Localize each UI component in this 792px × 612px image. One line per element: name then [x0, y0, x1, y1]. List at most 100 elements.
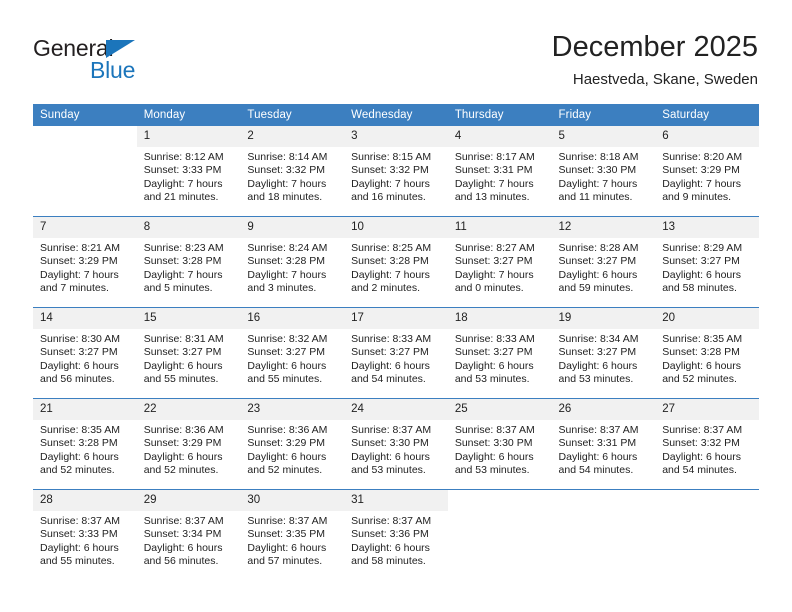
day-details: Sunrise: 8:37 AM Sunset: 3:32 PM Daylight:… [655, 420, 759, 477]
calendar-day-cell [33, 126, 137, 217]
daylight-duration-line1: Daylight: 6 hours [454, 359, 534, 372]
day-details: Sunrise: 8:35 AM Sunset: 3:28 PM Daylight:… [33, 420, 137, 477]
day-number: 1 [136, 126, 241, 147]
calendar-day-cell[interactable]: 10 Sunrise: 8:25 AM Sunset: 3:28 PM Dayligh… [344, 216, 448, 308]
sunrise-time: Sunrise: 8:18 AM [558, 151, 639, 163]
daylight-duration-line1: Daylight: 6 hours [351, 359, 430, 372]
calendar-day-cell[interactable]: 22 Sunrise: 8:36 AM Sunset: 3:29 PM Dayligh… [136, 398, 241, 490]
daylight-duration-line2: and 55 minutes. [143, 372, 219, 385]
daylight-duration-line2: and 54 minutes. [558, 463, 634, 476]
calendar-day-cell[interactable]: 15 Sunrise: 8:31 AM Sunset: 3:27 PM Dayligh… [136, 307, 241, 399]
calendar-day-cell[interactable]: 6 Sunrise: 8:20 AM Sunset: 3:29 PM Daylight… [655, 126, 759, 217]
calendar-day-cell[interactable]: 11 Sunrise: 8:27 AM Sunset: 3:27 PM Dayligh… [447, 216, 552, 308]
daylight-duration-line1: Daylight: 6 hours [247, 541, 327, 554]
daylight-duration-line2: and 2 minutes. [351, 281, 420, 294]
calendar-day-cell[interactable]: 25 Sunrise: 8:37 AM Sunset: 3:30 PM Dayligh… [447, 398, 552, 490]
calendar-day-cell[interactable]: 1 Sunrise: 8:12 AM Sunset: 3:33 PM Daylight… [136, 126, 241, 217]
day-cell-inner: 29 Sunrise: 8:37 AM Sunset: 3:34 PM Dayligh… [136, 490, 241, 580]
day-number: 4 [447, 126, 552, 147]
calendar-day-cell[interactable]: 7 Sunrise: 8:21 AM Sunset: 3:29 PM Daylight… [33, 216, 137, 308]
calendar-day-cell[interactable]: 23 Sunrise: 8:36 AM Sunset: 3:29 PM Dayligh… [240, 398, 345, 490]
sunset-time: Sunset: 3:27 PM [143, 346, 222, 359]
calendar-day-cell[interactable]: 17 Sunrise: 8:33 AM Sunset: 3:27 PM Dayligh… [344, 307, 448, 399]
calendar-day-cell[interactable]: 26 Sunrise: 8:37 AM Sunset: 3:31 PM Dayligh… [551, 398, 656, 490]
sunset-time: Sunset: 3:34 PM [143, 528, 222, 541]
calendar-day-cell[interactable]: 18 Sunrise: 8:33 AM Sunset: 3:27 PM Dayligh… [447, 307, 552, 399]
sunrise-time: Sunrise: 8:27 AM [454, 242, 535, 254]
day-number: 31 [344, 490, 448, 511]
daylight-duration-line2: and 53 minutes. [351, 463, 426, 476]
calendar-day-cell[interactable]: 19 Sunrise: 8:34 AM Sunset: 3:27 PM Dayligh… [551, 307, 656, 399]
day-number: 18 [447, 308, 552, 329]
day-details: Sunrise: 8:32 AM Sunset: 3:27 PM Daylight:… [240, 329, 344, 386]
sunrise-time: Sunrise: 8:15 AM [351, 151, 432, 163]
day-number: 7 [33, 217, 137, 238]
day-number: 2 [240, 126, 345, 147]
sunset-time: Sunset: 3:28 PM [351, 255, 429, 268]
daylight-duration-line1: Daylight: 7 hours [454, 177, 534, 190]
calendar-day-cell[interactable]: 12 Sunrise: 8:28 AM Sunset: 3:27 PM Dayligh… [551, 216, 656, 308]
day-details: Sunrise: 8:18 AM Sunset: 3:30 PM Daylight:… [552, 147, 656, 204]
calendar-day-cell[interactable]: 28 Sunrise: 8:37 AM Sunset: 3:33 PM Dayligh… [33, 489, 137, 580]
calendar-day-cell[interactable]: 20 Sunrise: 8:35 AM Sunset: 3:28 PM Dayligh… [655, 307, 759, 399]
weekday-header-sunday: Sunday [33, 104, 137, 126]
calendar-day-cell[interactable]: 5 Sunrise: 8:18 AM Sunset: 3:30 PM Daylight… [551, 126, 656, 217]
day-details: Sunrise: 8:15 AM Sunset: 3:32 PM Daylight:… [344, 147, 448, 204]
calendar-day-cell[interactable]: 21 Sunrise: 8:35 AM Sunset: 3:28 PM Dayligh… [33, 398, 137, 490]
calendar-day-cell[interactable]: 9 Sunrise: 8:24 AM Sunset: 3:28 PM Daylight… [240, 216, 345, 308]
day-cell-inner: 9 Sunrise: 8:24 AM Sunset: 3:28 PM Daylight… [240, 217, 345, 307]
day-number: 14 [33, 308, 137, 329]
day-cell-inner: 27 Sunrise: 8:37 AM Sunset: 3:32 PM Dayligh… [655, 399, 759, 489]
daylight-duration-line2: and 18 minutes. [247, 190, 323, 203]
daylight-duration-line1: Daylight: 7 hours [558, 177, 638, 190]
calendar-day-cell[interactable]: 30 Sunrise: 8:37 AM Sunset: 3:35 PM Dayligh… [240, 489, 345, 580]
day-details: Sunrise: 8:34 AM Sunset: 3:27 PM Daylight:… [552, 329, 656, 386]
day-cell-inner: 3 Sunrise: 8:15 AM Sunset: 3:32 PM Daylight… [344, 126, 448, 216]
calendar-day-cell[interactable]: 27 Sunrise: 8:37 AM Sunset: 3:32 PM Dayligh… [655, 398, 759, 490]
daylight-duration-line2: and 21 minutes. [143, 190, 219, 203]
daylight-duration-line1: Daylight: 7 hours [247, 268, 327, 281]
page-subtitle: Haestveda, Skane, Sweden [572, 71, 758, 88]
calendar-day-cell[interactable]: 13 Sunrise: 8:29 AM Sunset: 3:27 PM Dayligh… [655, 216, 759, 308]
calendar-day-cell[interactable]: 31 Sunrise: 8:37 AM Sunset: 3:36 PM Dayligh… [344, 489, 448, 580]
daylight-duration-line1: Daylight: 6 hours [662, 450, 742, 463]
calendar-day-cell[interactable]: 29 Sunrise: 8:37 AM Sunset: 3:34 PM Dayligh… [136, 489, 241, 580]
sunrise-time: Sunrise: 8:24 AM [247, 242, 328, 254]
day-details: Sunrise: 8:33 AM Sunset: 3:27 PM Daylight:… [344, 329, 448, 386]
sunrise-time: Sunrise: 8:20 AM [662, 151, 743, 163]
calendar-day-cell[interactable]: 2 Sunrise: 8:14 AM Sunset: 3:32 PM Daylight… [240, 126, 345, 217]
day-details: Sunrise: 8:37 AM Sunset: 3:34 PM Daylight:… [137, 511, 241, 568]
day-number: 17 [344, 308, 448, 329]
calendar-day-cell [447, 489, 552, 580]
day-number [447, 490, 552, 511]
daylight-duration-line1: Daylight: 6 hours [143, 450, 223, 463]
day-number: 24 [344, 399, 448, 420]
calendar-day-cell[interactable]: 14 Sunrise: 8:30 AM Sunset: 3:27 PM Dayligh… [33, 307, 137, 399]
calendar-day-cell[interactable]: 8 Sunrise: 8:23 AM Sunset: 3:28 PM Daylight… [136, 216, 241, 308]
sunset-time: Sunset: 3:31 PM [454, 164, 533, 177]
sunset-time: Sunset: 3:36 PM [351, 528, 429, 541]
sunrise-time: Sunrise: 8:30 AM [40, 333, 120, 345]
daylight-duration-line2: and 13 minutes. [454, 190, 530, 203]
calendar-day-cell[interactable]: 16 Sunrise: 8:32 AM Sunset: 3:27 PM Dayligh… [240, 307, 345, 399]
day-cell-inner: 22 Sunrise: 8:36 AM Sunset: 3:29 PM Dayligh… [136, 399, 241, 489]
day-number: 12 [551, 217, 656, 238]
sunrise-time: Sunrise: 8:36 AM [143, 424, 224, 436]
weekday-header-friday: Friday [551, 104, 656, 126]
sunset-time: Sunset: 3:30 PM [558, 164, 637, 177]
calendar-day-cell[interactable]: 3 Sunrise: 8:15 AM Sunset: 3:32 PM Daylight… [344, 126, 448, 217]
sunset-time: Sunset: 3:35 PM [247, 528, 326, 541]
sunset-time: Sunset: 3:27 PM [558, 346, 637, 359]
sunrise-time: Sunrise: 8:23 AM [143, 242, 224, 254]
calendar-day-cell[interactable]: 4 Sunrise: 8:17 AM Sunset: 3:31 PM Daylight… [447, 126, 552, 217]
weekday-header-tuesday: Tuesday [240, 104, 345, 126]
day-number: 28 [33, 490, 137, 511]
daylight-duration-line1: Daylight: 7 hours [143, 268, 223, 281]
calendar-day-cell[interactable]: 24 Sunrise: 8:37 AM Sunset: 3:30 PM Dayligh… [344, 398, 448, 490]
logo-text-blue: Blue [90, 57, 136, 83]
day-cell-inner: 26 Sunrise: 8:37 AM Sunset: 3:31 PM Dayligh… [551, 399, 656, 489]
day-cell-inner: 18 Sunrise: 8:33 AM Sunset: 3:27 PM Dayligh… [447, 308, 552, 398]
sunrise-sunset-calendar: Sunday Monday Tuesday Wednesday Thursday… [33, 104, 759, 580]
daylight-duration-line2: and 0 minutes. [454, 281, 524, 294]
sunset-time: Sunset: 3:27 PM [558, 255, 637, 268]
